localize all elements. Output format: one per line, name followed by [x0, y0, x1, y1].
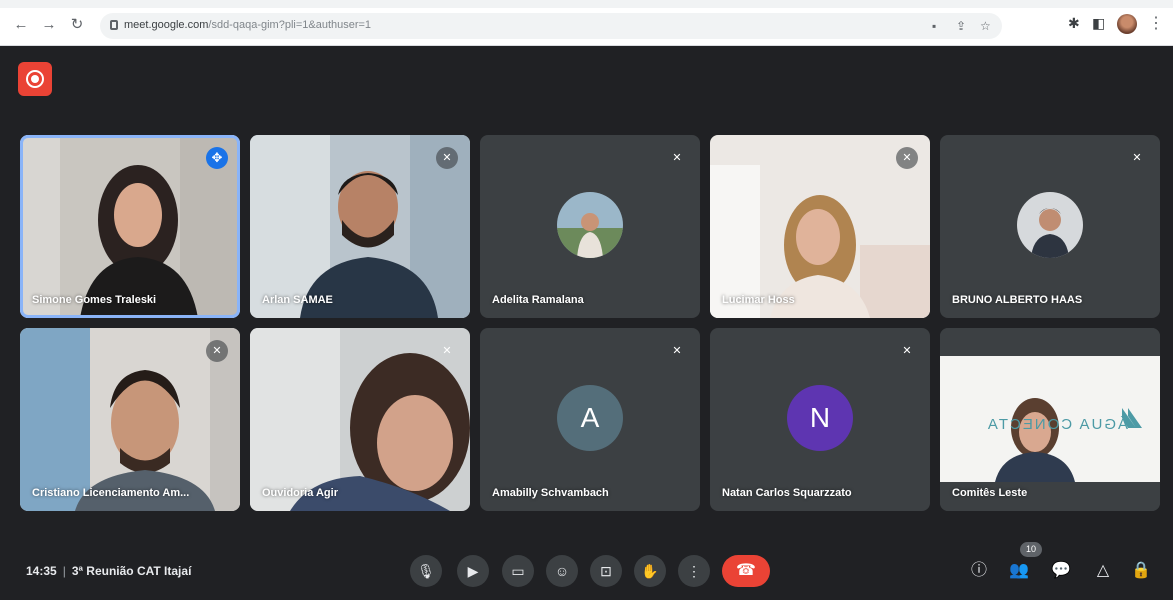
- participant-name: Cristiano Licenciamento Am...: [32, 487, 190, 499]
- share-icon[interactable]: ⇪: [956, 19, 966, 33]
- people-icon[interactable]: 👥: [1006, 558, 1032, 584]
- participant-tile[interactable]: ✥ Simone Gomes Traleski: [20, 135, 240, 318]
- extensions-icon[interactable]: ✱: [1068, 15, 1080, 32]
- mic-off-icon: ✕: [442, 345, 452, 357]
- participant-name: Comitês Leste: [952, 487, 1028, 499]
- browser-menu-icon[interactable]: ⋮: [1148, 13, 1164, 33]
- reload-icon[interactable]: ↻: [68, 16, 86, 34]
- emoji-reaction-button[interactable]: ☺: [546, 555, 578, 587]
- meeting-title: 3ª Reunião CAT Itajaí: [71, 564, 192, 578]
- participant-tile[interactable]: ✕ BRUNO ALBERTO HAAS: [940, 135, 1160, 318]
- leave-call-button[interactable]: ☎: [722, 555, 770, 587]
- avatar: [1017, 192, 1083, 258]
- host-controls-icon[interactable]: 🔒: [1128, 558, 1154, 584]
- mic-off-icon: ✕: [902, 345, 912, 357]
- participant-tile[interactable]: ✕ Arlan SAMAE: [250, 135, 470, 318]
- chat-icon[interactable]: 💬: [1048, 558, 1074, 584]
- participant-tile[interactable]: ✕ A Amabilly Schvambach: [480, 328, 700, 511]
- avatar: A: [557, 385, 623, 451]
- participant-tile[interactable]: ✕ Lucimar Hoss: [710, 135, 930, 318]
- recording-indicator-icon: [18, 62, 52, 96]
- mic-off-icon: ✕: [206, 340, 228, 362]
- participant-tile[interactable]: ✕ Ouvidoria Agir: [250, 328, 470, 511]
- avatar: [557, 192, 623, 258]
- pin-icon[interactable]: ✥: [206, 147, 228, 169]
- bookmark-star-icon[interactable]: ☆: [980, 19, 991, 33]
- microphone-button[interactable]: 🎙: [410, 555, 442, 587]
- tab-strip: [0, 0, 1173, 8]
- mic-off-icon: ✕: [1132, 152, 1142, 164]
- participant-tile[interactable]: ÁGUA CONECTA Comitês Leste: [940, 328, 1160, 511]
- participant-tile[interactable]: ✕ Cristiano Licenciamento Am...: [20, 328, 240, 511]
- avatar: N: [787, 385, 853, 451]
- meeting-info-icon[interactable]: ⓘ: [966, 558, 992, 584]
- forward-arrow-icon[interactable]: →: [40, 16, 58, 34]
- participant-name: Simone Gomes Traleski: [32, 294, 157, 306]
- participant-name: Adelita Ramalana: [492, 294, 584, 306]
- side-panel-icon[interactable]: ◧: [1092, 15, 1105, 32]
- meeting-time: 14:35: [26, 564, 57, 578]
- profile-avatar[interactable]: [1117, 14, 1137, 34]
- participant-name: Lucimar Hoss: [722, 294, 795, 306]
- mic-off-icon: ✕: [672, 152, 682, 164]
- url-path: /sdd-qaqa-gim?pli=1&authuser=1: [208, 19, 372, 31]
- mic-off-icon: ✕: [672, 345, 682, 357]
- lock-icon: [110, 20, 118, 30]
- captions-button[interactable]: ▭: [502, 555, 534, 587]
- camera-button[interactable]: ▶: [457, 555, 489, 587]
- camera-in-use-icon[interactable]: ▪: [932, 19, 936, 33]
- browser-toolbar: ← → ↻ meet.google.com/sdd-qaqa-gim?pli=1…: [0, 0, 1173, 46]
- participant-name: BRUNO ALBERTO HAAS: [952, 294, 1083, 306]
- water-logo: ÁGUA CONECTA: [985, 416, 1128, 433]
- raise-hand-button[interactable]: ✋: [634, 555, 666, 587]
- participant-tile[interactable]: ✕ N Natan Carlos Squarzzato: [710, 328, 930, 511]
- back-arrow-icon[interactable]: ←: [12, 16, 30, 34]
- participant-name: Natan Carlos Squarzzato: [722, 487, 852, 499]
- address-bar[interactable]: meet.google.com/sdd-qaqa-gim?pli=1&authu…: [100, 13, 1002, 39]
- participant-name: Amabilly Schvambach: [492, 487, 609, 499]
- participant-tile[interactable]: ✕ Adelita Ramalana: [480, 135, 700, 318]
- present-screen-button[interactable]: ⊡: [590, 555, 622, 587]
- people-count-badge: 10: [1020, 542, 1042, 557]
- participant-name: Arlan SAMAE: [262, 294, 333, 306]
- meeting-details: 14:35 | 3ª Reunião CAT Itajaí: [26, 564, 192, 578]
- mic-off-icon: ✕: [896, 147, 918, 169]
- url-host: meet.google.com: [124, 19, 209, 31]
- activities-icon[interactable]: △: [1090, 558, 1116, 584]
- participant-name: Ouvidoria Agir: [262, 487, 338, 499]
- more-options-button[interactable]: ⋮: [678, 555, 710, 587]
- url-text: meet.google.com/sdd-qaqa-gim?pli=1&authu…: [124, 19, 371, 31]
- mic-off-icon: ✕: [436, 147, 458, 169]
